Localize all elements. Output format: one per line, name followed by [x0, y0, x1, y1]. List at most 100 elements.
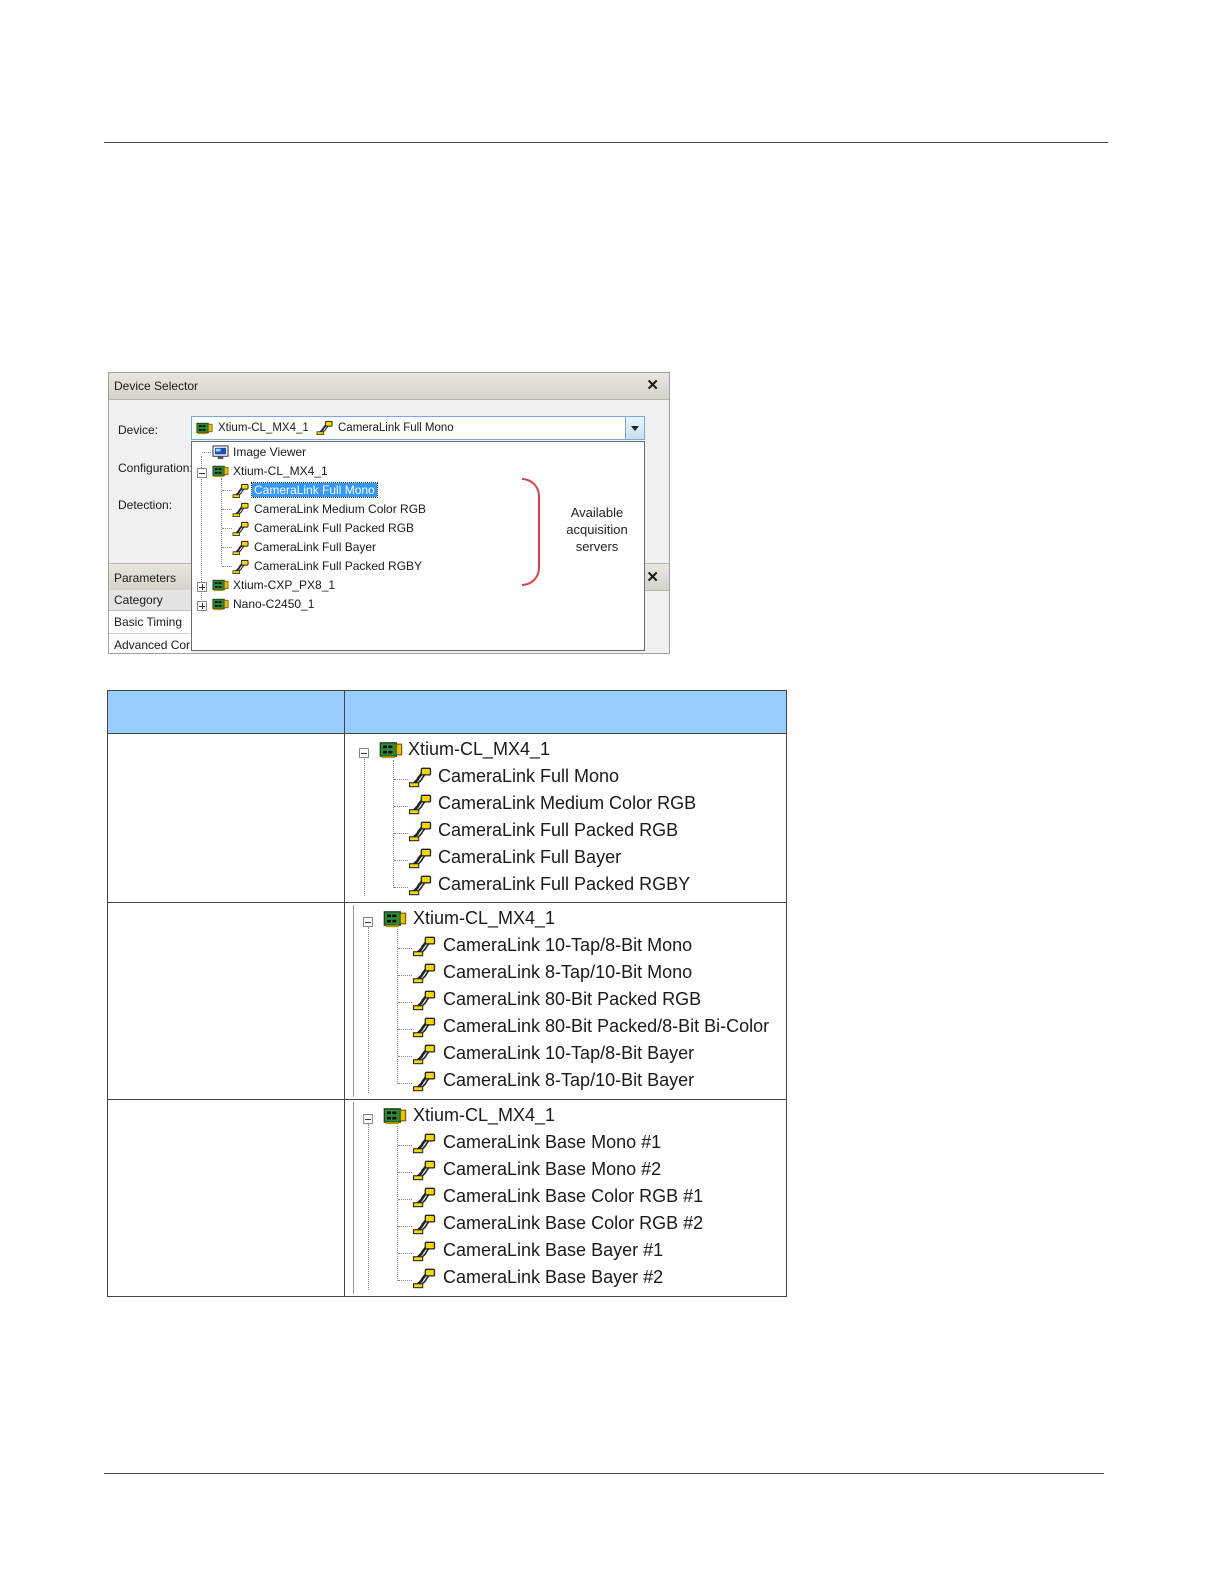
tree-item-server: CameraLink Medium Color RGB: [438, 793, 697, 813]
collapse-icon[interactable]: [197, 468, 207, 478]
tree-item-board: Xtium-CL_MX4_1: [413, 908, 556, 928]
category-row[interactable]: Basic Timing: [109, 611, 191, 634]
collapse-icon: [363, 1114, 373, 1124]
tree-item-server: CameraLink 10-Tap/8-Bit Bayer: [443, 1043, 695, 1063]
board-icon: [383, 1106, 407, 1125]
cable-icon: [232, 502, 249, 518]
tree-item-server: CameraLink Full Packed RGBY: [438, 874, 691, 894]
device-selector-window: Device Selector ✕ Device: Configuration:…: [108, 372, 670, 654]
tree-item-server: CameraLink Base Mono #2: [443, 1159, 662, 1179]
cable-icon: [408, 821, 432, 842]
cable-icon: [412, 1133, 436, 1154]
table-header-cell: [107, 690, 345, 734]
tree-item-server[interactable]: CameraLink Full Packed RGB: [254, 521, 414, 535]
board-icon: [196, 421, 213, 435]
tree-item-server: CameraLink 80-Bit Packed RGB: [443, 989, 702, 1009]
tree-item-server: CameraLink Full Mono: [438, 766, 620, 786]
expand-icon[interactable]: [197, 582, 207, 592]
header-rule: [104, 142, 1108, 143]
device-label: Device:: [118, 423, 159, 437]
category-row[interactable]: Advanced Cor: [109, 634, 191, 653]
cable-icon: [408, 848, 432, 869]
board-icon: [212, 597, 229, 611]
device-dropdown-list: Image Viewer Xtium-CL_MX4_1 CameraLink F…: [191, 441, 645, 651]
table-row: Xtium-CL_MX4_1 CameraLink 10-Tap/8-Bit M…: [107, 902, 787, 1100]
tree-item-board: Xtium-CL_MX4_1: [413, 1105, 556, 1125]
cable-icon: [408, 875, 432, 896]
tree-item-server: CameraLink 8-Tap/10-Bit Mono: [443, 962, 693, 982]
annotation-text: Available acquisition servers: [566, 505, 628, 554]
tree-item-server: CameraLink Base Color RGB #1: [443, 1186, 704, 1206]
tree-item-server: CameraLink 10-Tap/8-Bit Mono: [443, 935, 693, 955]
annotation-bracket: [522, 478, 540, 586]
parameters-title: Parameters: [114, 571, 177, 585]
tree-item-server: CameraLink 80-Bit Packed/8-Bit Bi-Color: [443, 1016, 770, 1036]
tree-item-server: CameraLink Base Bayer #1: [443, 1240, 664, 1260]
device-board-value: Xtium-CL_MX4_1: [218, 422, 309, 434]
cable-icon: [412, 1187, 436, 1208]
tree-item-board: Xtium-CL_MX4_1: [408, 739, 551, 759]
tree-item-server: CameraLink Base Bayer #2: [443, 1267, 664, 1287]
cable-icon: [232, 559, 249, 575]
table-cell-tree: Xtium-CL_MX4_1 CameraLink Base Mono #1 C…: [344, 1099, 787, 1297]
table-row: Xtium-CL_MX4_1 CameraLink Base Mono #1 C…: [107, 1099, 787, 1297]
expand-icon[interactable]: [197, 601, 207, 611]
table-header-cell: [344, 690, 787, 734]
cable-icon: [232, 540, 249, 556]
cable-icon: [412, 1241, 436, 1262]
table-cell-label: [107, 1099, 345, 1297]
cable-icon: [412, 1044, 436, 1065]
window-titlebar: Device Selector ✕: [109, 373, 669, 400]
cable-icon: [408, 767, 432, 788]
configuration-label: Configuration:: [118, 461, 193, 475]
cable-icon: [412, 1017, 436, 1038]
category-header: Category: [109, 590, 191, 611]
chevron-down-icon[interactable]: [625, 416, 645, 440]
cable-icon: [232, 521, 249, 537]
detection-label: Detection:: [118, 498, 173, 512]
close-icon[interactable]: ✕: [646, 568, 659, 586]
board-icon: [212, 464, 229, 478]
tree-item-server[interactable]: CameraLink Full Bayer: [254, 540, 376, 554]
board-icon: [212, 578, 229, 592]
table-header-row: [107, 690, 787, 734]
table-cell-tree: Xtium-CL_MX4_1 CameraLink 10-Tap/8-Bit M…: [344, 902, 787, 1100]
board-icon: [379, 740, 403, 759]
tree-item-board[interactable]: Nano-C2450_1: [233, 597, 314, 611]
device-server-value: CameraLink Full Mono: [338, 422, 454, 434]
image-viewer-icon: [212, 445, 229, 460]
cable-icon: [412, 1071, 436, 1092]
collapse-icon: [359, 748, 369, 758]
table-cell-label: [107, 902, 345, 1100]
tree-item-image-viewer[interactable]: Image Viewer: [233, 445, 306, 459]
tree-item-board[interactable]: Xtium-CXP_PX8_1: [233, 578, 335, 592]
tree-item-server[interactable]: CameraLink Medium Color RGB: [254, 502, 426, 516]
cable-icon: [412, 936, 436, 957]
tree-item-server: CameraLink Full Packed RGB: [438, 820, 679, 840]
table-cell-tree: Xtium-CL_MX4_1 CameraLink Full Mono Came…: [344, 733, 787, 903]
footer-rule: [104, 1473, 1104, 1474]
table-row: Xtium-CL_MX4_1 CameraLink Full Mono Came…: [107, 733, 787, 903]
cable-icon: [232, 483, 249, 499]
tree-item-server: CameraLink 8-Tap/10-Bit Bayer: [443, 1070, 695, 1090]
tree-item-server[interactable]: CameraLink Full Packed RGBY: [254, 559, 422, 573]
cable-icon: [412, 990, 436, 1011]
cable-icon: [412, 963, 436, 984]
table-cell-label: [107, 733, 345, 903]
cable-icon: [412, 1268, 436, 1289]
tree-item-server: CameraLink Full Bayer: [438, 847, 622, 867]
cable-icon: [412, 1160, 436, 1181]
close-icon[interactable]: ✕: [646, 376, 659, 394]
device-combobox[interactable]: Xtium-CL_MX4_1 CameraLink Full Mono: [191, 416, 645, 440]
cable-icon: [408, 794, 432, 815]
board-icon: [383, 909, 407, 928]
cable-icon: [316, 420, 333, 436]
window-title: Device Selector: [114, 379, 199, 393]
tree-item-board[interactable]: Xtium-CL_MX4_1: [233, 464, 328, 478]
cable-icon: [412, 1214, 436, 1235]
server-table: Xtium-CL_MX4_1 CameraLink Full Mono Came…: [107, 690, 787, 1297]
collapse-icon: [363, 917, 373, 927]
tree-item-server: CameraLink Base Mono #1: [443, 1132, 662, 1152]
tree-item-server-selected[interactable]: CameraLink Full Mono: [251, 482, 378, 498]
tree-item-server: CameraLink Base Color RGB #2: [443, 1213, 704, 1233]
